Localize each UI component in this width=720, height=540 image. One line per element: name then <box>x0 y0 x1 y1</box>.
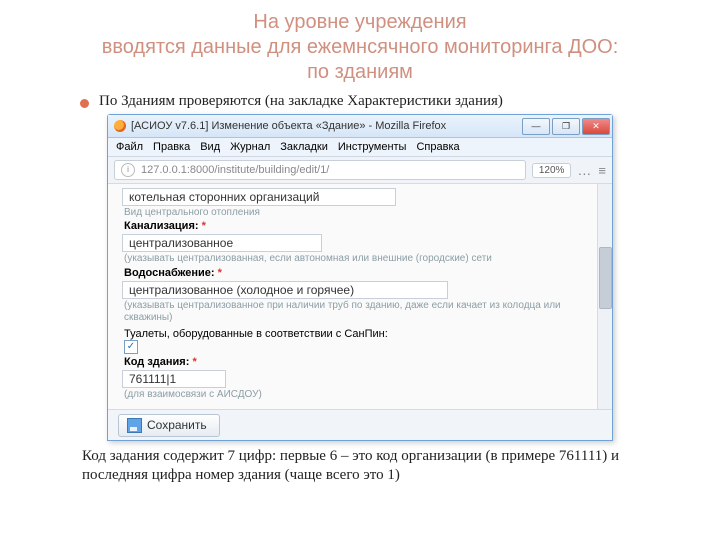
title-line-1: На уровне учреждения <box>253 11 466 33</box>
form-content: котельная сторонних организаций Вид цент… <box>108 184 612 409</box>
minimize-button[interactable]: — <box>522 118 550 135</box>
scroll-thumb[interactable] <box>599 247 612 309</box>
menu-tools[interactable]: Инструменты <box>338 141 407 153</box>
save-button[interactable]: Сохранить <box>118 414 220 437</box>
required-icon: * <box>202 220 206 232</box>
water-hint: (указывать централизованное при наличии … <box>124 300 584 324</box>
toilets-checkbox[interactable]: ✓ <box>124 340 138 354</box>
more-icon[interactable]: … <box>577 162 592 178</box>
url-text: 127.0.0.1:8000/institute/building/edit/1… <box>141 164 329 176</box>
sewer-select[interactable]: централизованное <box>122 234 322 252</box>
url-input[interactable]: i 127.0.0.1:8000/institute/building/edit… <box>114 160 526 180</box>
scrollbar[interactable] <box>597 184 612 409</box>
menu-bookmarks[interactable]: Закладки <box>280 141 328 153</box>
bullet-text: По Зданиям проверяются (на закладке Хара… <box>99 93 503 110</box>
sewer-label: Канализация: * <box>124 220 602 232</box>
close-button[interactable]: ✕ <box>582 118 610 135</box>
water-select[interactable]: централизованное (холодное и горячее) <box>122 281 448 299</box>
heating-value[interactable]: котельная сторонних организаций <box>122 188 396 206</box>
zoom-indicator[interactable]: 120% <box>532 163 572 178</box>
required-icon: * <box>218 267 222 279</box>
bullet-icon <box>80 99 89 108</box>
info-icon: i <box>121 163 135 177</box>
hamburger-icon[interactable]: ≡ <box>598 163 606 178</box>
menu-help[interactable]: Справка <box>416 141 459 153</box>
maximize-button[interactable]: ❐ <box>552 118 580 135</box>
slide-bullet: По Зданиям проверяются (на закладке Хара… <box>0 87 720 114</box>
window-title: [АСИОУ v7.6.1] Изменение объекта «Здание… <box>131 120 522 132</box>
url-bar: i 127.0.0.1:8000/institute/building/edit… <box>108 157 612 184</box>
sewer-hint: (указывать централизованная, если автоно… <box>124 253 584 265</box>
save-label: Сохранить <box>147 418 207 432</box>
toilets-label: Туалеты, оборудованные в соответствии с … <box>124 328 602 340</box>
disk-icon <box>127 418 142 433</box>
menu-file[interactable]: Файл <box>116 141 143 153</box>
footer-bar: Сохранить <box>108 409 612 440</box>
menu-view[interactable]: Вид <box>200 141 220 153</box>
code-input[interactable]: 761111|1 <box>122 370 226 388</box>
slide-title: На уровне учреждения вводятся данные для… <box>0 0 720 87</box>
water-label: Водоснабжение: * <box>124 267 602 279</box>
heating-sublabel: Вид центрального отопления <box>124 207 602 218</box>
menu-history[interactable]: Журнал <box>230 141 270 153</box>
slide-footer-text: Код задания содержит 7 цифр: первые 6 – … <box>0 441 720 485</box>
code-hint: (для взаимосвязи с АИСДОУ) <box>124 389 584 401</box>
required-icon: * <box>192 356 196 368</box>
title-line-2: вводятся данные для ежемнсячного монитор… <box>102 36 619 58</box>
window-titlebar: [АСИОУ v7.6.1] Изменение объекта «Здание… <box>108 115 612 138</box>
screenshot-window: [АСИОУ v7.6.1] Изменение объекта «Здание… <box>107 114 613 441</box>
title-line-3: по зданиям <box>307 61 413 83</box>
firefox-icon <box>114 120 126 132</box>
menu-bar: Файл Правка Вид Журнал Закладки Инструме… <box>108 138 612 157</box>
menu-edit[interactable]: Правка <box>153 141 190 153</box>
code-label: Код здания: * <box>124 356 602 368</box>
